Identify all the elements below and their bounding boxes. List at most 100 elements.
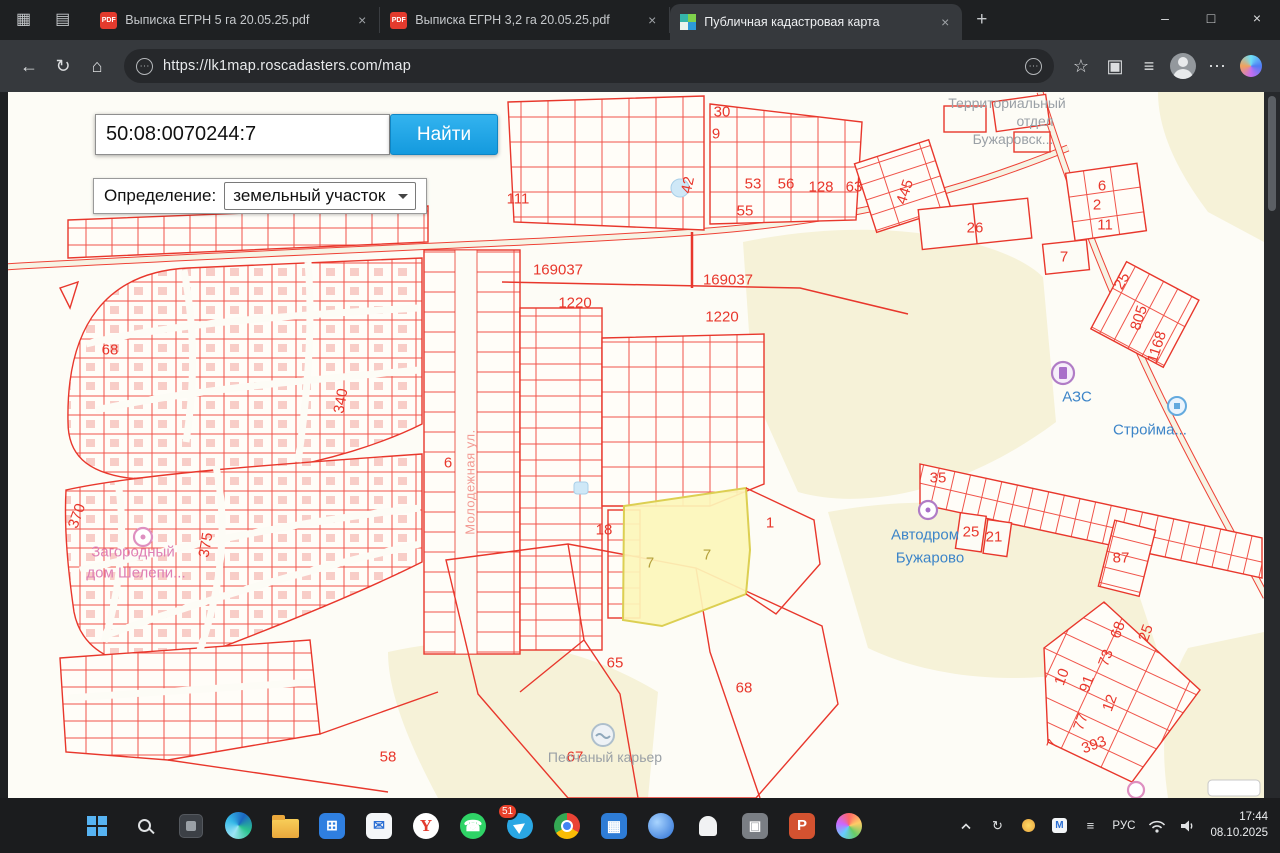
poi-gas-station-icon[interactable] <box>1052 362 1074 384</box>
volume-icon[interactable] <box>1179 817 1197 835</box>
chevron-down-icon <box>398 194 408 204</box>
address-bar[interactable]: ⋯ https://lk1map.roscadasters.com/map ⋯ <box>124 49 1054 83</box>
wifi-icon[interactable] <box>1148 817 1166 835</box>
app-blue-circle[interactable] <box>642 806 680 846</box>
refresh-icon[interactable]: ↻ <box>46 49 80 83</box>
url-text[interactable]: https://lk1map.roscadasters.com/map <box>163 58 411 74</box>
app-file-explorer[interactable] <box>266 806 304 846</box>
pond <box>671 179 689 197</box>
maximize-button[interactable]: □ <box>1188 0 1234 36</box>
bookmark-star-icon[interactable]: ☆ <box>1064 49 1098 83</box>
store-icon: ⊞ <box>319 813 345 839</box>
pdf-icon: PDF <box>390 12 407 29</box>
page-scrollbar[interactable] <box>1264 92 1280 798</box>
poi-pink-icon[interactable] <box>1128 782 1144 798</box>
task-view-icon <box>179 814 203 838</box>
minimize-button[interactable]: – <box>1142 0 1188 36</box>
mail-icon: ✉ <box>366 813 392 839</box>
taskbar: ⊞ ✉ Y ☎ ▶ 51 ▦ ▣ P ↻ М ≡ РУС 17:44 08.1 <box>0 798 1280 853</box>
edge-icon <box>225 812 252 839</box>
tray-menu-icon[interactable]: ≡ <box>1081 817 1099 835</box>
tab-close-icon[interactable]: × <box>355 12 369 28</box>
poi-autodrome-icon[interactable] <box>919 501 937 519</box>
taskbar-search-button[interactable] <box>125 806 163 846</box>
ghost-app-icon <box>699 816 717 836</box>
map-favicon <box>680 14 696 30</box>
pdf-icon: PDF <box>100 12 117 29</box>
app-table-grid[interactable]: ▦ <box>595 806 633 846</box>
yandex-icon: Y <box>413 813 439 839</box>
pond-small <box>574 482 588 494</box>
tab-pdf-2[interactable]: PDF Выписка ЕГРН 3,2 га 20.05.25.pdf × <box>380 7 670 33</box>
system-tray: ↻ М ≡ РУС 17:44 08.10.2025 <box>957 810 1280 841</box>
vertical-tabs-icon[interactable]: ▤ <box>55 12 70 28</box>
poi-store-icon[interactable] <box>1168 397 1186 415</box>
app-store[interactable]: ⊞ <box>313 806 351 846</box>
app-grey[interactable]: ▣ <box>736 806 774 846</box>
desktop: { "browser": { "tabs": [ { "label": "Вып… <box>0 0 1280 853</box>
date-text: 08.10.2025 <box>1210 826 1268 842</box>
tray-metrics-icon[interactable]: М <box>1050 817 1068 835</box>
app-powerpoint[interactable]: P <box>783 806 821 846</box>
copilot-icon[interactable] <box>1234 49 1268 83</box>
tab-pdf-1[interactable]: PDF Выписка ЕГРН 5 га 20.05.25.pdf × <box>90 7 380 33</box>
map-control[interactable] <box>1208 780 1260 796</box>
definition-select[interactable]: земельный участок <box>224 182 416 210</box>
favorites-bar-icon[interactable]: ≡ <box>1132 49 1166 83</box>
app-telegram[interactable]: ▶ 51 <box>501 806 539 846</box>
notification-badge: 51 <box>497 803 518 820</box>
grid-app-icon: ▦ <box>601 813 627 839</box>
search-input[interactable] <box>95 114 390 155</box>
tab-close-icon[interactable]: × <box>645 12 659 28</box>
tab-label: Выписка ЕГРН 3,2 га 20.05.25.pdf <box>415 13 637 27</box>
poi-country-house-icon[interactable] <box>134 528 152 546</box>
tray-yellow-icon[interactable] <box>1019 817 1037 835</box>
settings-menu-icon[interactable]: ⋯ <box>1200 49 1234 83</box>
tab-close-icon[interactable]: × <box>938 14 952 30</box>
app-mail[interactable]: ✉ <box>360 806 398 846</box>
app-yandex[interactable]: Y <box>407 806 445 846</box>
palette-icon <box>836 813 862 839</box>
new-tab-button[interactable]: + <box>962 9 1001 31</box>
app-whatsapp[interactable]: ☎ <box>454 806 492 846</box>
map-search: Найти <box>95 114 498 155</box>
browser-toolbar: ← ↻ ⌂ ⋯ https://lk1map.roscadasters.com/… <box>0 40 1280 92</box>
tray-sync-icon[interactable]: ↻ <box>988 817 1006 835</box>
whatsapp-icon: ☎ <box>460 813 486 839</box>
folder-icon <box>272 819 299 838</box>
time-text: 17:44 <box>1210 810 1268 826</box>
avatar <box>1170 53 1196 79</box>
chrome-icon <box>554 813 580 839</box>
search-icon <box>138 819 151 832</box>
filter-label: Определение: <box>104 186 216 206</box>
tab-cadastral-map[interactable]: Публичная кадастровая карта × <box>670 4 962 40</box>
tray-expand-icon[interactable] <box>957 817 975 835</box>
site-info-icon[interactable]: ⋯ <box>136 58 153 75</box>
app-edge[interactable] <box>219 806 257 846</box>
grey-app-icon: ▣ <box>742 813 768 839</box>
tab-label: Выписка ЕГРН 5 га 20.05.25.pdf <box>125 13 347 27</box>
clock[interactable]: 17:44 08.10.2025 <box>1210 810 1268 841</box>
back-icon[interactable]: ← <box>12 49 46 83</box>
workspaces-icon[interactable]: ▦ <box>16 12 31 28</box>
language-indicator[interactable]: РУС <box>1112 820 1135 832</box>
search-button[interactable]: Найти <box>390 114 498 155</box>
app-chrome[interactable] <box>548 806 586 846</box>
browser-essentials-icon[interactable]: ▣ <box>1098 49 1132 83</box>
site-permissions-icon[interactable]: ⋯ <box>1025 58 1042 75</box>
blue-app-icon <box>648 813 674 839</box>
profile-avatar[interactable] <box>1166 49 1200 83</box>
home-icon[interactable]: ⌂ <box>80 49 114 83</box>
filter-value: земельный участок <box>233 186 385 206</box>
close-button[interactable]: × <box>1234 0 1280 36</box>
start-button[interactable] <box>78 806 116 846</box>
map-viewport[interactable]: 3091114253555612863445267621125805116816… <box>8 92 1264 798</box>
definition-filter: Определение: земельный участок <box>93 178 427 214</box>
app-ghost[interactable] <box>689 806 727 846</box>
poi-quarry-icon[interactable] <box>592 724 614 746</box>
powerpoint-icon: P <box>789 813 815 839</box>
task-view-button[interactable] <box>172 806 210 846</box>
tab-label: Публичная кадастровая карта <box>704 15 930 29</box>
scrollbar-thumb[interactable] <box>1268 96 1276 211</box>
app-paint[interactable] <box>830 806 868 846</box>
